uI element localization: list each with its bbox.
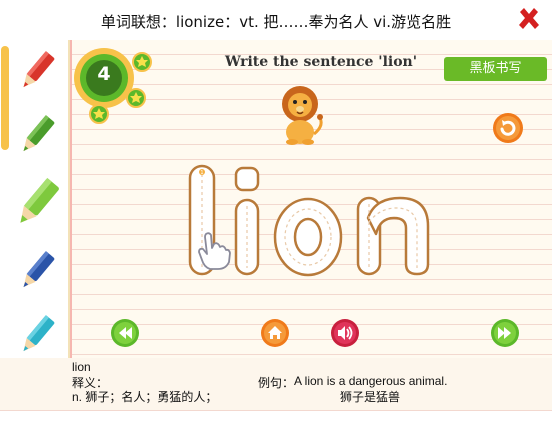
stars-count: 4 (97, 63, 111, 85)
pencil-dark-green-icon[interactable] (14, 112, 60, 158)
sidebar-scrollbar[interactable] (1, 46, 9, 150)
pointer-hand-icon (196, 230, 232, 270)
writing-board: 4 Write the sentence 'lion' 黑板书写 1 (0, 40, 552, 358)
word-association-title: 单词联想：lionize：vt. 把……奉为名人 vi.游览名胜 (100, 13, 452, 31)
sound-icon (331, 319, 359, 347)
chalkboard-write-button[interactable]: 黑板书写 (444, 57, 547, 81)
divider (0, 410, 552, 411)
writing-prompt: Write the sentence 'lion' (225, 54, 418, 70)
word-text: lion (72, 360, 91, 374)
pencil-cyan-icon[interactable] (14, 312, 60, 358)
pencil-blue-icon[interactable] (14, 248, 60, 294)
header-bar: 单词联想：lionize：vt. 把……奉为名人 vi.游览名胜 (0, 0, 552, 40)
lion-illustration (274, 84, 326, 146)
svg-text:1: 1 (200, 170, 203, 176)
pencil-red-icon[interactable] (14, 48, 60, 94)
example-label: 例句： (258, 376, 295, 390)
example-chinese: 狮子是猛兽 (340, 390, 401, 404)
home-button[interactable] (260, 318, 290, 348)
next-button[interactable] (490, 318, 520, 348)
pencil-light-green-icon[interactable] (10, 176, 64, 230)
previous-icon (111, 319, 139, 347)
home-icon (261, 319, 289, 347)
refresh-icon[interactable] (492, 112, 524, 144)
previous-button[interactable] (110, 318, 140, 348)
meaning-text: n. 狮子；名人；勇猛的人； (72, 390, 218, 404)
word-info-panel: lion 释义： n. 狮子；名人；勇猛的人； 例句： A lion is a … (0, 358, 552, 410)
pencil-sidebar (0, 40, 70, 358)
close-icon[interactable] (516, 6, 542, 32)
next-icon (491, 319, 519, 347)
sound-button[interactable] (330, 318, 360, 348)
example-english: A lion is a dangerous animal. (294, 374, 448, 388)
